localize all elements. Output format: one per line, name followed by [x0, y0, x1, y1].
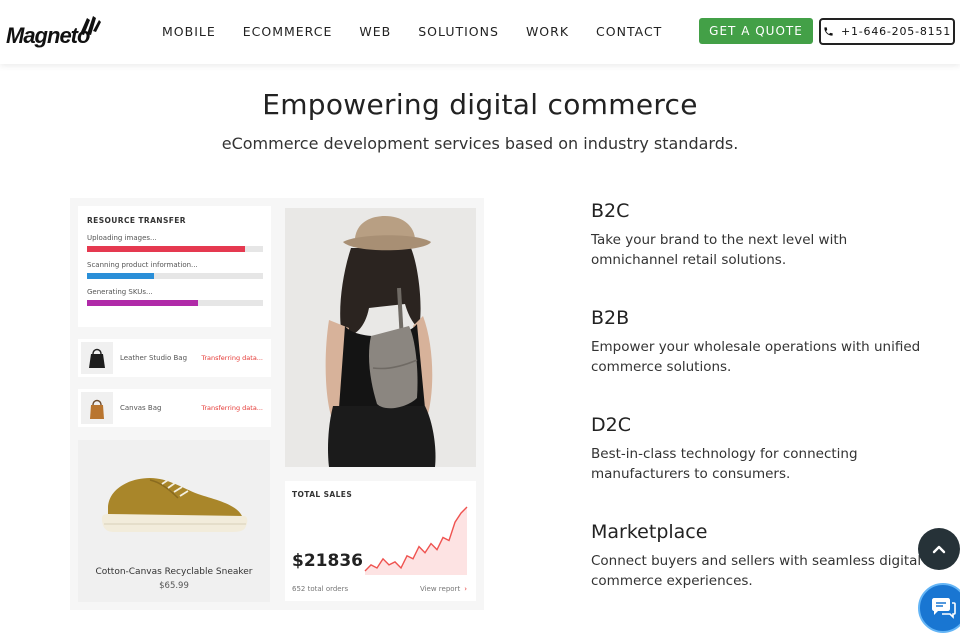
feature-title: B2C: [591, 200, 630, 222]
feature-title: Marketplace: [591, 521, 708, 543]
brand-logo[interactable]: Magneto: [6, 14, 102, 50]
hero-title: Empowering digital commerce: [262, 88, 698, 121]
phone-icon: [824, 27, 833, 36]
transfer-status: Transferring data...: [201, 404, 263, 412]
transfer-status: Transferring data...: [201, 354, 263, 362]
chat-button[interactable]: [918, 583, 960, 633]
chat-bubble-icon: [932, 598, 956, 619]
product-card: Cotton-Canvas Recyclable Sneaker $65.99: [78, 440, 270, 602]
total-sales-amount: $21836: [292, 551, 363, 571]
brand-name: Magneto: [6, 23, 90, 48]
total-orders: 652 total orders: [292, 585, 349, 593]
progress-track: [87, 300, 263, 306]
transfer-row: Leather Studio Bag Transferring data...: [78, 339, 271, 377]
nav-item-mobile[interactable]: MOBILE: [162, 24, 216, 39]
sales-trend-chart: [364, 506, 468, 575]
model-photo: [285, 208, 476, 467]
nav-item-contact[interactable]: CONTACT: [596, 24, 662, 39]
feature-text: Empower your wholesale operations with u…: [591, 339, 921, 375]
view-report-link[interactable]: View report ›: [420, 585, 467, 593]
product-name: Cotton-Canvas Recyclable Sneaker: [95, 567, 253, 577]
task-label: Uploading images...: [87, 234, 157, 242]
feature-marketplace: Marketplace Connect buyers and sellers w…: [591, 521, 931, 591]
nav-item-web[interactable]: WEB: [359, 24, 391, 39]
sneaker-image: [102, 478, 248, 532]
nav-item-solutions[interactable]: SOLUTIONS: [418, 24, 499, 39]
ecommerce-illustration: RESOURCE TRANSFER Uploading images... Sc…: [70, 198, 484, 610]
canvas-bag-thumbnail: [81, 392, 113, 424]
feature-text: Connect buyers and sellers with seamless…: [591, 553, 922, 589]
transfer-item-name: Canvas Bag: [120, 404, 162, 412]
bag-icon: [89, 348, 105, 368]
task-label: Scanning product information...: [87, 261, 198, 269]
feature-title: B2B: [591, 307, 630, 329]
feature-d2c: D2C Best-in-class technology for connect…: [591, 414, 931, 484]
phone-number: +1-646-205-8151: [840, 25, 952, 38]
view-report-label: View report: [419, 585, 461, 593]
feature-title: D2C: [591, 414, 631, 436]
task-item: Generating SKUs...: [87, 288, 263, 306]
get-a-quote-button[interactable]: GET A QUOTE: [699, 18, 813, 44]
progress-fill: [87, 273, 154, 279]
progress-track: [87, 273, 263, 279]
product-price: $65.99: [159, 581, 189, 591]
progress-fill: [87, 246, 246, 252]
logo-mark-icon: [80, 16, 101, 35]
model-with-bag-image: [285, 208, 476, 467]
task-item: Uploading images...: [87, 234, 263, 252]
task-label: Generating SKUs...: [87, 288, 153, 296]
progress-fill: [87, 300, 198, 306]
feature-b2c: B2C Take your brand to the next level wi…: [591, 200, 931, 270]
total-sales-card: TOTAL SALES $21836 652 total orders View…: [285, 481, 476, 601]
resource-transfer-title: RESOURCE TRANSFER: [87, 216, 186, 225]
main-nav: MOBILE ECOMMERCE WEB SOLUTIONS WORK CONT…: [162, 24, 689, 39]
total-sales-title: TOTAL SALES: [292, 490, 353, 499]
progress-track: [87, 246, 263, 252]
bag-icon: [90, 399, 104, 419]
scroll-to-top-button[interactable]: [918, 528, 960, 570]
task-item: Scanning product information...: [87, 261, 263, 279]
leather-bag-thumbnail: [81, 342, 113, 374]
sales-trend-area: [365, 507, 467, 575]
feature-text: Take your brand to the next level with o…: [591, 232, 848, 268]
nav-item-work[interactable]: WORK: [526, 24, 569, 39]
nav-item-ecommerce[interactable]: ECOMMERCE: [243, 24, 333, 39]
feature-text: Best-in-class technology for connecting …: [591, 446, 858, 482]
resource-transfer-card: RESOURCE TRANSFER Uploading images... Sc…: [78, 206, 271, 327]
transfer-item-name: Leather Studio Bag: [120, 354, 188, 362]
transfer-row: Canvas Bag Transferring data...: [78, 389, 271, 427]
feature-b2b: B2B Empower your wholesale operations wi…: [591, 307, 931, 377]
chevron-up-icon: [932, 545, 946, 554]
chevron-right-icon: ›: [464, 585, 467, 593]
site-header: Magneto MOBILE ECOMMERCE WEB SOLUTIONS W…: [0, 0, 960, 64]
phone-button[interactable]: +1-646-205-8151: [819, 18, 955, 45]
hero-subtitle: eCommerce development services based on …: [221, 134, 739, 153]
